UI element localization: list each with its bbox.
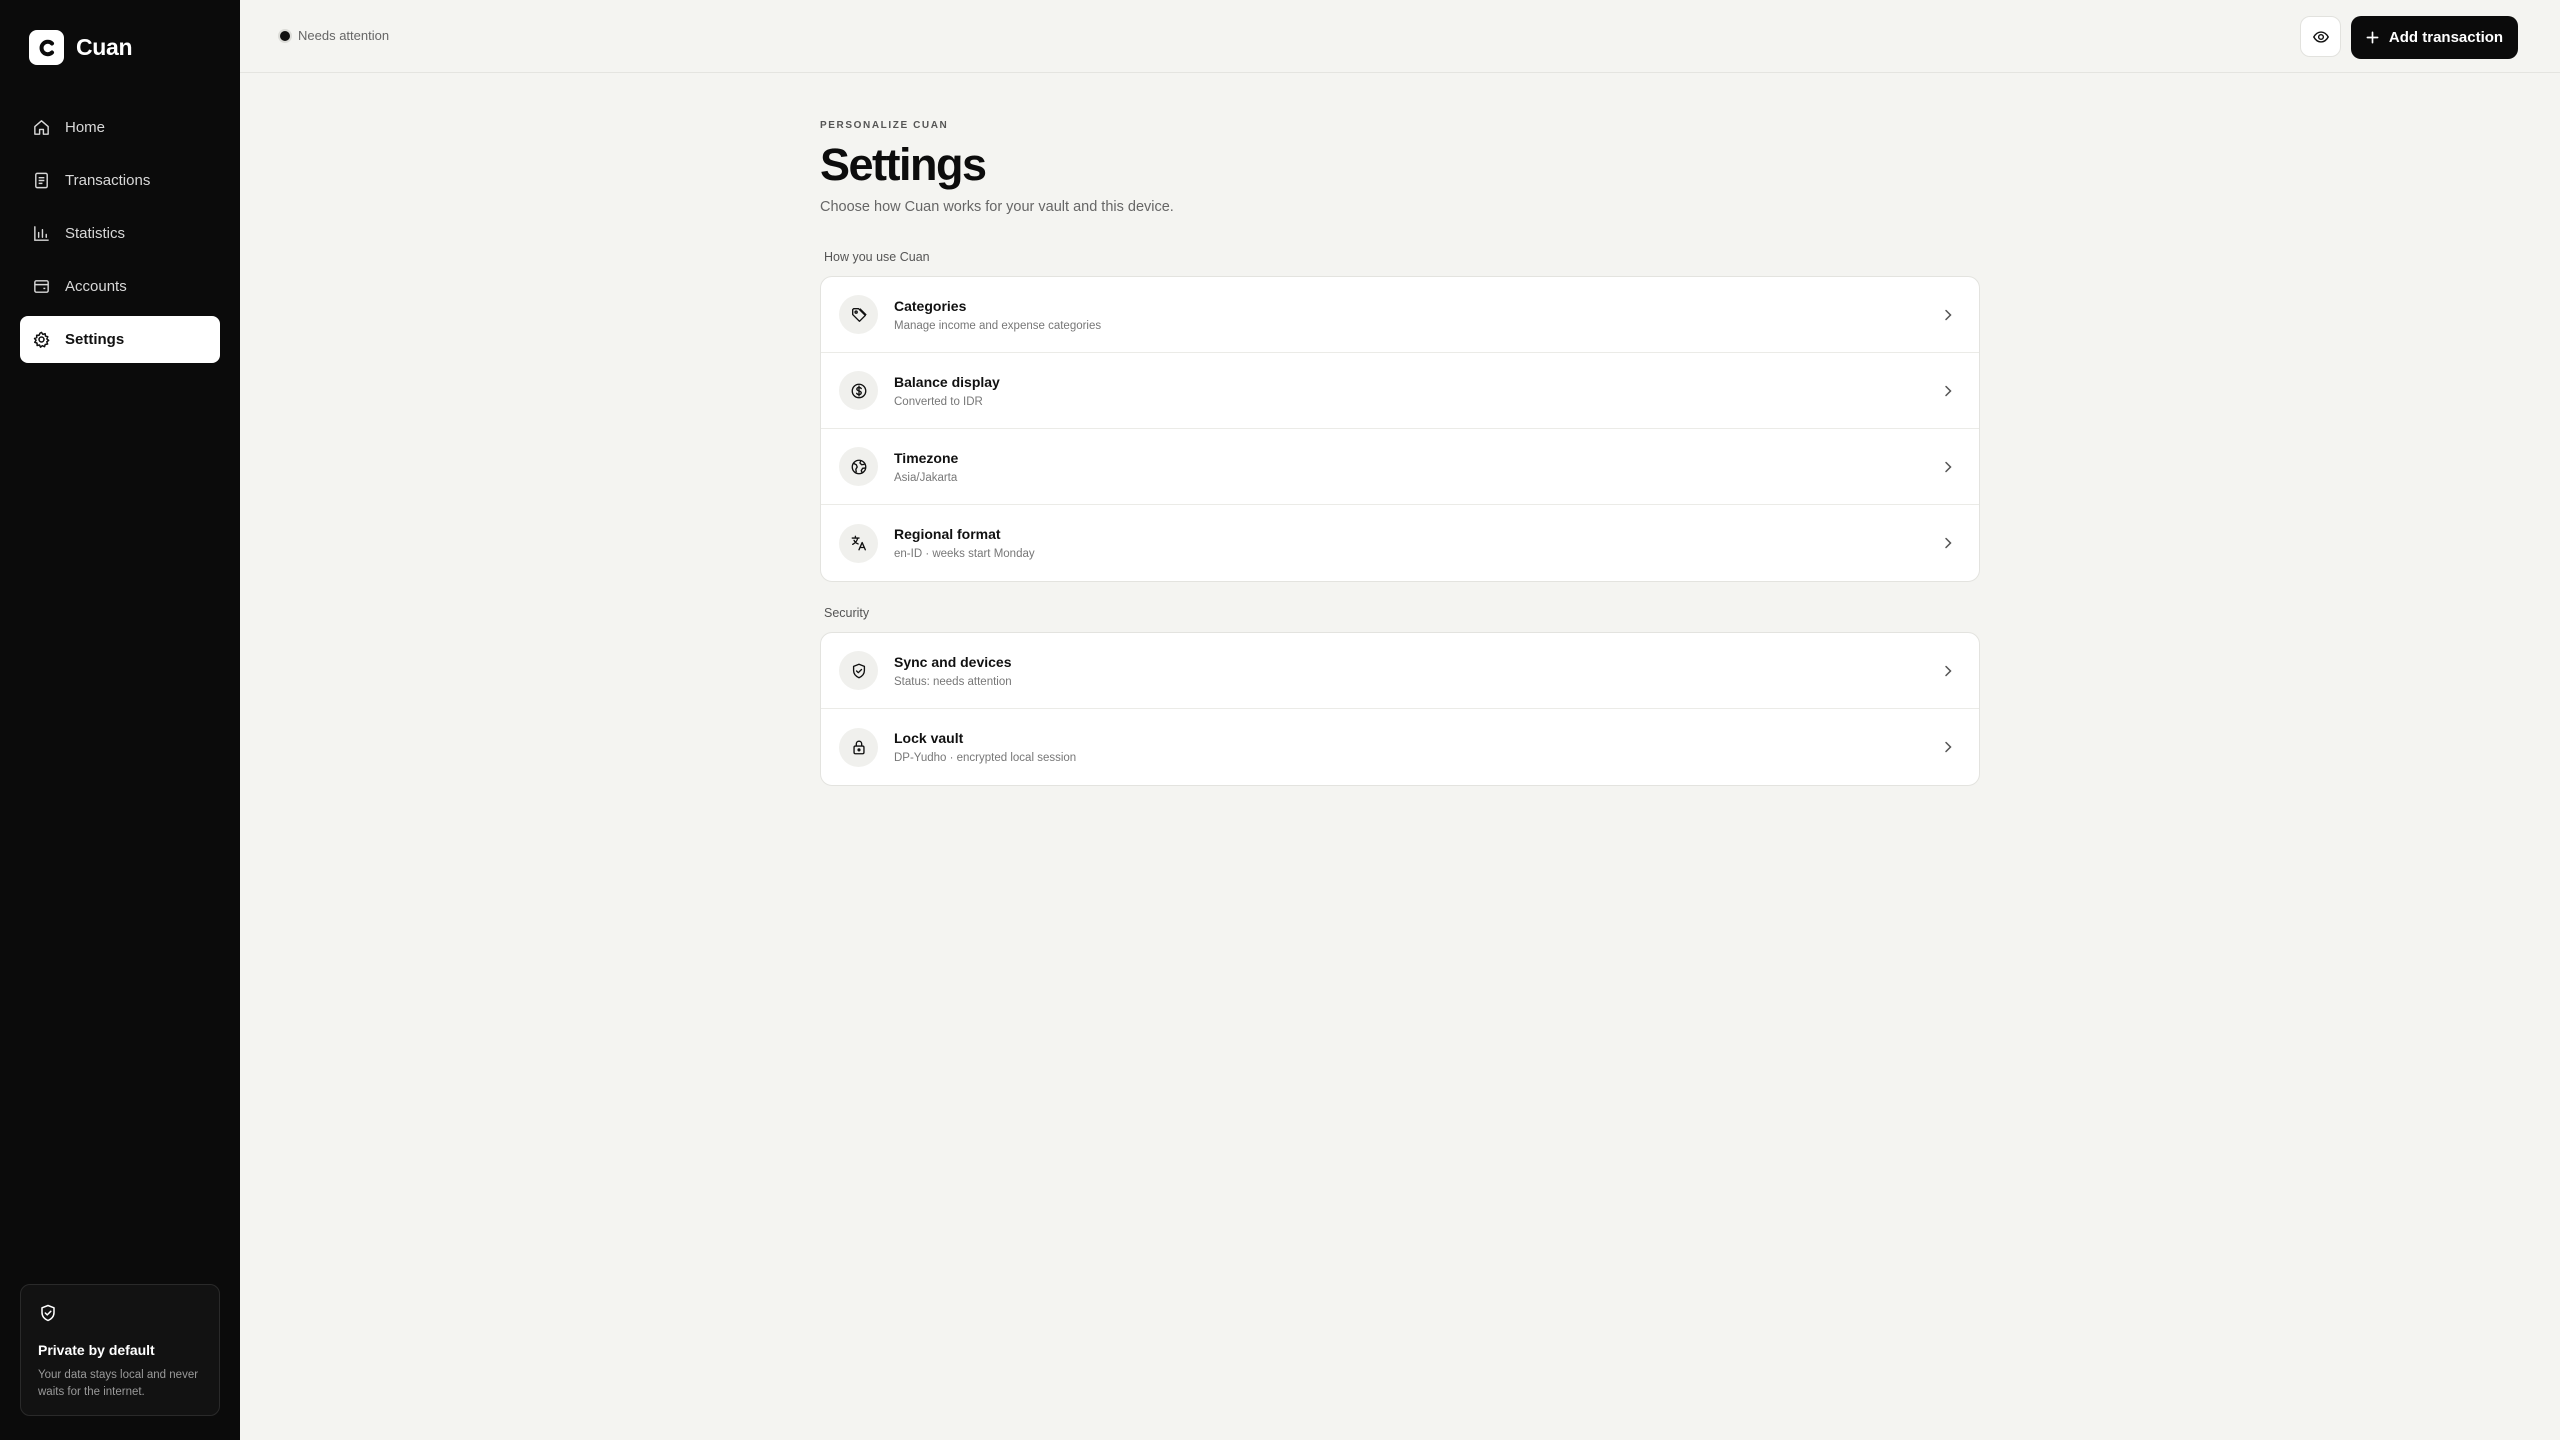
toggle-visibility-button[interactable] [2300, 16, 2341, 57]
settings-row-balance-display[interactable]: Balance display Converted to IDR [821, 353, 1979, 429]
settings-card-usage: Categories Manage income and expense cat… [820, 276, 1980, 582]
privacy-text: Your data stays local and never waits fo… [38, 1369, 199, 1398]
brand-logo-icon [29, 30, 64, 65]
row-subtitle: Converted to IDR [894, 395, 983, 408]
gear-icon [33, 331, 50, 348]
row-subtitle: en-ID · weeks start Monday [894, 548, 1035, 560]
settings-row-categories[interactable]: Categories Manage income and expense cat… [821, 277, 1979, 353]
settings-row-lock-vault[interactable]: Lock vault DP-Yudho · encrypted local se… [821, 709, 1979, 785]
row-title: Sync and devices [894, 653, 1012, 670]
sidebar-item-accounts[interactable]: Accounts [20, 263, 220, 310]
row-title: Timezone [894, 449, 959, 466]
settings-card-security: Sync and devices Status: needs attention… [820, 632, 1980, 786]
shield-check-icon [41, 1304, 55, 1322]
row-subtitle: DP-Yudho · encrypted local session [894, 752, 1077, 764]
brand-name: Cuan [76, 34, 133, 60]
chevron-right-icon [1945, 385, 1952, 396]
topbar: Needs attention Add transaction [240, 0, 2560, 73]
sidebar-item-label: Accounts [65, 278, 127, 295]
row-title: Regional format [894, 526, 1001, 542]
home-icon [34, 120, 49, 135]
page-title: Settings [820, 139, 987, 190]
sidebar: Cuan Home Transactions Statistics Accoun… [0, 0, 240, 1440]
language-icon [839, 523, 878, 563]
chevron-right-icon [1945, 741, 1952, 753]
row-title: Categories [894, 297, 967, 314]
sidebar-nav: Home Transactions Statistics Accounts Se… [20, 104, 220, 369]
chevron-right-icon [1945, 665, 1952, 676]
status-text: Needs attention [298, 28, 390, 43]
brand[interactable]: Cuan [29, 30, 133, 65]
add-transaction-label: Add transaction [2388, 29, 2504, 46]
sync-status[interactable]: Needs attention [280, 28, 389, 43]
page-eyebrow: PERSONALIZE CUAN [820, 120, 949, 131]
sidebar-item-transactions[interactable]: Transactions [20, 157, 220, 204]
privacy-card: Private by default Your data stays local… [20, 1284, 220, 1416]
sidebar-item-settings[interactable]: Settings [20, 316, 220, 363]
eye-icon [2312, 30, 2329, 43]
tag-icon [839, 295, 878, 334]
row-subtitle: Asia/Jakarta [894, 471, 958, 484]
globe-icon [839, 447, 878, 486]
row-subtitle: Status: needs attention [894, 675, 1012, 688]
chevron-right-icon [1945, 537, 1952, 549]
shield-check-icon [839, 651, 878, 690]
settings-row-regional-format[interactable]: Regional format en-ID · weeks start Mond… [821, 505, 1979, 581]
sidebar-item-label: Home [65, 119, 106, 136]
plus-icon [2366, 31, 2379, 44]
settings-row-timezone[interactable]: Timezone Asia/Jakarta [821, 429, 1979, 505]
sidebar-item-label: Transactions [65, 172, 151, 189]
bar-chart-icon [34, 226, 49, 241]
settings-row-sync-devices[interactable]: Sync and devices Status: needs attention [821, 633, 1979, 709]
row-title: Lock vault [894, 730, 964, 746]
row-subtitle: Manage income and expense categories [894, 319, 1102, 332]
page-subtitle: Choose how Cuan works for your vault and… [820, 199, 1174, 215]
settings-main: PERSONALIZE CUAN Settings Choose how Cua… [820, 120, 1980, 786]
sidebar-item-home[interactable]: Home [20, 104, 220, 151]
wallet-icon [34, 280, 49, 293]
privacy-title: Private by default [38, 1342, 155, 1358]
sidebar-item-label: Statistics [65, 225, 126, 242]
receipt-icon [35, 172, 48, 189]
row-title: Balance display [894, 373, 1000, 390]
status-dot-icon [280, 30, 290, 41]
sidebar-item-statistics[interactable]: Statistics [20, 210, 220, 257]
sidebar-item-label: Settings [65, 331, 125, 348]
section-label-usage: How you use Cuan [824, 250, 930, 264]
lock-icon [839, 727, 878, 767]
currency-icon [839, 371, 878, 410]
add-transaction-button[interactable]: Add transaction [2351, 16, 2518, 59]
chevron-right-icon [1945, 309, 1952, 320]
chevron-right-icon [1945, 461, 1952, 472]
section-label-security: Security [824, 606, 870, 620]
